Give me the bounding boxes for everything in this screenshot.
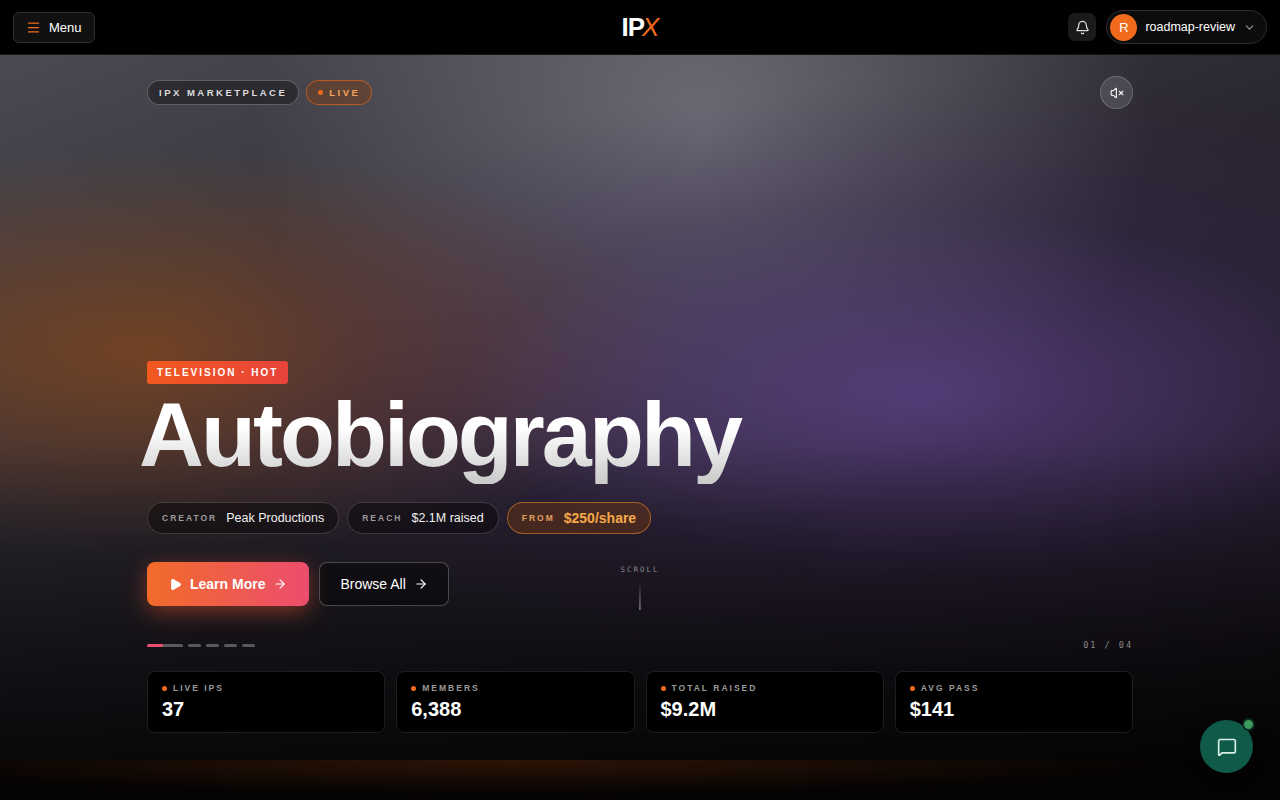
scroll-label: SCROLL xyxy=(620,565,659,574)
slide-indicator[interactable] xyxy=(206,644,219,647)
browse-all-button[interactable]: Browse All xyxy=(319,562,448,606)
hero-title: Autobiography xyxy=(139,390,1133,484)
avatar: R xyxy=(1110,14,1137,41)
stat-value: $9.2M xyxy=(661,698,869,721)
menu-button[interactable]: Menu xyxy=(13,12,95,43)
chip-label: REACH xyxy=(362,513,402,523)
stat-label: AVG PASS xyxy=(910,683,1118,693)
hero: IPX MARKETPLACE LIVE TELEVISION · HOT Autob… xyxy=(0,55,1280,760)
logo-text: IP xyxy=(622,12,645,43)
chip-label: FROM xyxy=(522,513,555,523)
slide-indicator[interactable] xyxy=(188,644,201,647)
slide-indicator[interactable] xyxy=(242,644,255,647)
live-dot xyxy=(318,90,323,95)
info-chip: FROM $250/share xyxy=(507,502,651,534)
stat-label: MEMBERS xyxy=(411,683,619,693)
menu-label: Menu xyxy=(49,20,82,35)
chip-value: $250/share xyxy=(564,510,636,526)
chip-value: $2.1M raised xyxy=(411,511,483,525)
online-dot xyxy=(1242,718,1255,731)
scroll-hint: SCROLL xyxy=(620,565,659,610)
stats-grid: LIVE IPS 37 MEMBERS 6,388 TOTAL RAISED $9.2M A… xyxy=(147,671,1133,733)
slide-counter: 01 / 04 xyxy=(1083,640,1133,650)
page: Menu IPX Rroadmap-review IPX MARKETPLACE LIV… xyxy=(0,0,1280,800)
mute-button[interactable] xyxy=(1100,76,1133,109)
chat-button[interactable] xyxy=(1200,720,1253,773)
live-badge: LIVE xyxy=(306,80,372,105)
stat-card: LIVE IPS 37 xyxy=(147,671,385,733)
info-chips: CREATOR Peak Productions REACH $2.1M raised… xyxy=(147,502,1133,534)
marketplace-badge: IPX MARKETPLACE xyxy=(147,80,299,105)
arrow-right-icon xyxy=(273,577,287,591)
notifications-button[interactable] xyxy=(1068,13,1096,41)
bell-icon xyxy=(1075,20,1090,35)
slide-indicator-row: 01 / 04 xyxy=(147,640,1133,650)
chevron-down-icon xyxy=(1243,21,1256,34)
user-area: Rroadmap-review xyxy=(1068,10,1267,44)
stat-label: TOTAL RAISED xyxy=(661,683,869,693)
scroll-line xyxy=(640,582,641,610)
stat-card: MEMBERS 6,388 xyxy=(396,671,634,733)
play-icon xyxy=(169,578,182,591)
slide-indicator[interactable] xyxy=(224,644,237,647)
stat-dot xyxy=(162,686,167,691)
info-chip: CREATOR Peak Productions xyxy=(147,502,339,534)
logo-accent: X xyxy=(642,12,658,43)
badge-row: IPX MARKETPLACE LIVE xyxy=(147,80,372,105)
chip-value: Peak Productions xyxy=(226,511,324,525)
button-label: Learn More xyxy=(190,576,265,592)
chat-icon xyxy=(1217,737,1237,757)
hamburger-icon xyxy=(26,20,41,35)
stat-label: LIVE IPS xyxy=(162,683,370,693)
stat-value: 37 xyxy=(162,698,370,721)
top-bar: Menu IPX Rroadmap-review xyxy=(0,0,1280,55)
stat-dot xyxy=(661,686,666,691)
button-label: Browse All xyxy=(340,576,405,592)
genre-tag: TELEVISION · HOT xyxy=(147,361,288,384)
learn-more-button[interactable]: Learn More xyxy=(147,562,309,606)
slide-indicators xyxy=(147,644,255,647)
hero-top-row: IPX MARKETPLACE LIVE xyxy=(147,76,1133,109)
page-bottom xyxy=(0,760,1280,800)
slide-indicator[interactable] xyxy=(147,644,183,647)
stat-dot xyxy=(910,686,915,691)
stat-value: $141 xyxy=(910,698,1118,721)
chip-label: CREATOR xyxy=(162,513,217,523)
stat-card: TOTAL RAISED $9.2M xyxy=(646,671,884,733)
user-menu[interactable]: Rroadmap-review xyxy=(1106,10,1267,44)
stat-value: 6,388 xyxy=(411,698,619,721)
arrow-right-icon xyxy=(414,577,428,591)
muted-speaker-icon xyxy=(1110,86,1124,100)
info-chip: REACH $2.1M raised xyxy=(347,502,499,534)
user-name: roadmap-review xyxy=(1145,20,1235,34)
stat-card: AVG PASS $141 xyxy=(895,671,1133,733)
stat-dot xyxy=(411,686,416,691)
logo[interactable]: IPX xyxy=(622,12,659,43)
